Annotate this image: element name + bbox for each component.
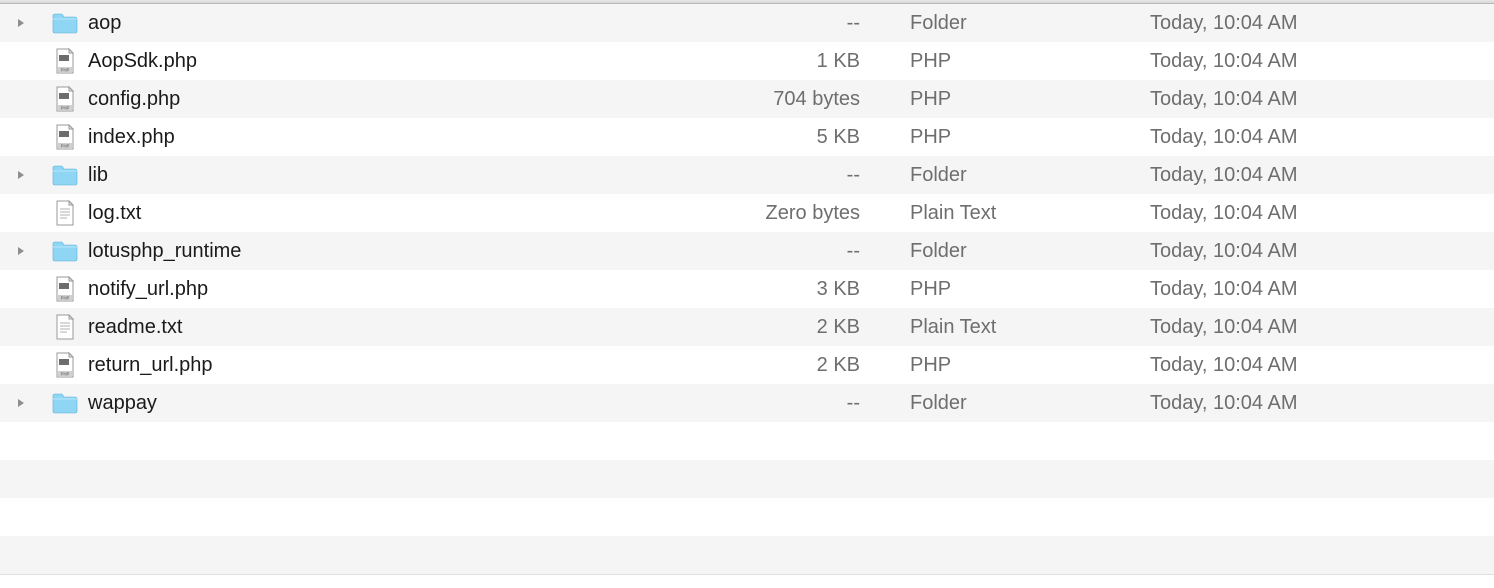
date-cell: Today, 10:04 AM <box>1150 316 1494 339</box>
file-name: wappay <box>88 392 157 415</box>
disclosure-triangle-icon[interactable] <box>10 398 32 408</box>
name-cell[interactable]: notify_url.php <box>10 276 690 302</box>
date-cell: Today, 10:04 AM <box>1150 202 1494 225</box>
folder-icon <box>52 162 78 188</box>
kind-cell: Plain Text <box>910 316 1150 339</box>
php-file-icon <box>52 124 78 150</box>
date-cell: Today, 10:04 AM <box>1150 392 1494 415</box>
size-cell: -- <box>690 392 910 415</box>
name-cell[interactable]: index.php <box>10 124 690 150</box>
name-cell[interactable]: lib <box>10 162 690 188</box>
date-cell: Today, 10:04 AM <box>1150 88 1494 111</box>
name-cell[interactable]: log.txt <box>10 200 690 226</box>
name-cell[interactable]: readme.txt <box>10 314 690 340</box>
empty-row <box>0 498 1494 536</box>
file-name: config.php <box>88 88 180 111</box>
name-cell[interactable]: wappay <box>10 390 690 416</box>
empty-row <box>0 460 1494 498</box>
folder-icon <box>52 390 78 416</box>
file-name: AopSdk.php <box>88 50 197 73</box>
file-row[interactable]: log.txt Zero bytesPlain TextToday, 10:04 … <box>0 194 1494 232</box>
kind-cell: PHP <box>910 126 1150 149</box>
file-row[interactable]: lib --FolderToday, 10:04 AM <box>0 156 1494 194</box>
php-file-icon <box>52 48 78 74</box>
size-cell: Zero bytes <box>690 202 910 225</box>
name-cell[interactable]: config.php <box>10 86 690 112</box>
file-name: return_url.php <box>88 354 213 377</box>
file-name: lotusphp_runtime <box>88 240 241 263</box>
file-row[interactable]: wappay --FolderToday, 10:04 AM <box>0 384 1494 422</box>
size-cell: 704 bytes <box>690 88 910 111</box>
file-row[interactable]: aop --FolderToday, 10:04 AM <box>0 4 1494 42</box>
kind-cell: Folder <box>910 392 1150 415</box>
file-row[interactable]: AopSdk.php 1 KBPHPToday, 10:04 AM <box>0 42 1494 80</box>
file-row[interactable]: readme.txt 2 KBPlain TextToday, 10:04 AM <box>0 308 1494 346</box>
file-name: lib <box>88 164 108 187</box>
date-cell: Today, 10:04 AM <box>1150 278 1494 301</box>
date-cell: Today, 10:04 AM <box>1150 12 1494 35</box>
disclosure-triangle-icon[interactable] <box>10 170 32 180</box>
size-cell: -- <box>690 240 910 263</box>
file-row[interactable]: return_url.php 2 KBPHPToday, 10:04 AM <box>0 346 1494 384</box>
kind-cell: PHP <box>910 50 1150 73</box>
size-cell: 2 KB <box>690 316 910 339</box>
file-name: readme.txt <box>88 316 182 339</box>
size-cell: -- <box>690 12 910 35</box>
file-name: log.txt <box>88 202 141 225</box>
name-cell[interactable]: return_url.php <box>10 352 690 378</box>
kind-cell: Folder <box>910 12 1150 35</box>
file-row[interactable]: index.php 5 KBPHPToday, 10:04 AM <box>0 118 1494 156</box>
file-name: notify_url.php <box>88 278 208 301</box>
file-name: index.php <box>88 126 175 149</box>
file-name: aop <box>88 12 121 35</box>
file-row[interactable]: lotusphp_runtime --FolderToday, 10:04 AM <box>0 232 1494 270</box>
date-cell: Today, 10:04 AM <box>1150 354 1494 377</box>
size-cell: -- <box>690 164 910 187</box>
php-file-icon <box>52 276 78 302</box>
kind-cell: PHP <box>910 88 1150 111</box>
size-cell: 2 KB <box>690 354 910 377</box>
file-list: aop--FolderToday, 10:04 AMAopSdk.php1 KB… <box>0 4 1494 575</box>
name-cell[interactable]: lotusphp_runtime <box>10 238 690 264</box>
kind-cell: PHP <box>910 354 1150 377</box>
kind-cell: Folder <box>910 240 1150 263</box>
kind-cell: PHP <box>910 278 1150 301</box>
size-cell: 3 KB <box>690 278 910 301</box>
text-file-icon <box>52 314 78 340</box>
empty-row <box>0 536 1494 574</box>
name-cell[interactable]: aop <box>10 10 690 36</box>
folder-icon <box>52 238 78 264</box>
file-row[interactable]: config.php 704 bytesPHPToday, 10:04 AM <box>0 80 1494 118</box>
php-file-icon <box>52 86 78 112</box>
date-cell: Today, 10:04 AM <box>1150 50 1494 73</box>
size-cell: 1 KB <box>690 50 910 73</box>
name-cell[interactable]: AopSdk.php <box>10 48 690 74</box>
bottom-divider <box>0 574 1494 575</box>
php-file-icon <box>52 352 78 378</box>
disclosure-triangle-icon[interactable] <box>10 18 32 28</box>
disclosure-triangle-icon[interactable] <box>10 246 32 256</box>
kind-cell: Folder <box>910 164 1150 187</box>
kind-cell: Plain Text <box>910 202 1150 225</box>
date-cell: Today, 10:04 AM <box>1150 164 1494 187</box>
size-cell: 5 KB <box>690 126 910 149</box>
text-file-icon <box>52 200 78 226</box>
date-cell: Today, 10:04 AM <box>1150 126 1494 149</box>
date-cell: Today, 10:04 AM <box>1150 240 1494 263</box>
folder-icon <box>52 10 78 36</box>
file-row[interactable]: notify_url.php 3 KBPHPToday, 10:04 AM <box>0 270 1494 308</box>
empty-row <box>0 422 1494 460</box>
